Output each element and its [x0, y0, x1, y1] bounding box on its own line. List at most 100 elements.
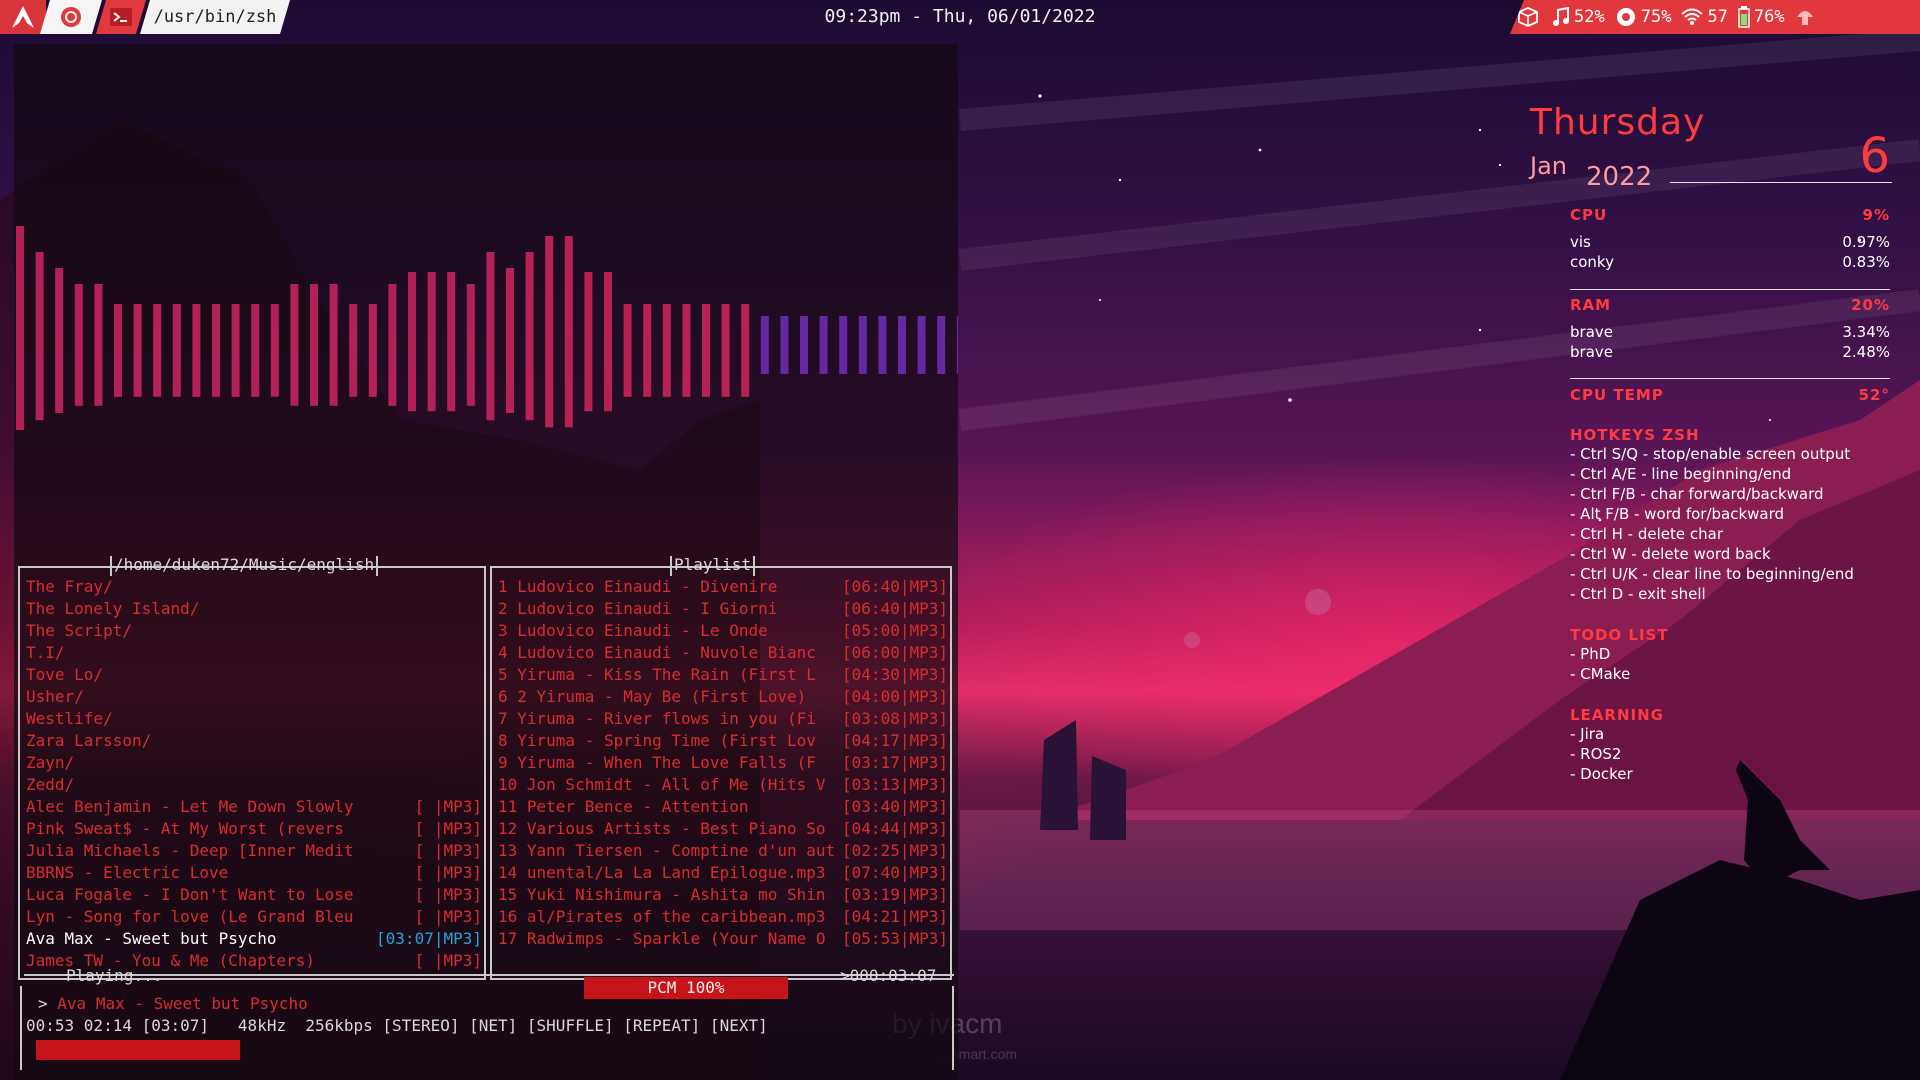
browser-item[interactable]: The Lonely Island/: [26, 598, 482, 620]
playlist-item[interactable]: 14 unental/La La Land Epilogue.mp3 [07:40…: [498, 862, 948, 884]
playlist-item-meta: [02:25|MP3]: [842, 841, 948, 860]
cpu-section: CPU 9% vis 0.97% conky 0.83%: [1570, 206, 1890, 272]
browser-item-meta: [ |MP3]: [414, 885, 482, 904]
browser-item[interactable]: Alec Benjamin - Let Me Down Slowly [ |MP3…: [26, 796, 482, 818]
playlist-item-meta: [04:30|MP3]: [842, 665, 948, 684]
wifi-indicator[interactable]: 57: [1681, 7, 1728, 27]
browser-item-title: Ava Max - Sweet but Psycho: [26, 929, 277, 948]
wifi-icon: [1681, 8, 1704, 25]
visualizer-bar: [270, 304, 279, 397]
visualizer-bar: [780, 316, 789, 374]
browser-item-title: Zayn/: [26, 753, 75, 772]
arch-logo-button[interactable]: [0, 0, 46, 34]
browser-item[interactable]: The Script/: [26, 620, 482, 642]
browser-item[interactable]: T.I/: [26, 642, 482, 664]
visualizer-bar: [898, 316, 906, 374]
visualizer-bar: [94, 284, 103, 406]
now-playing-line: > Ava Max - Sweet but Psycho: [38, 994, 308, 1013]
cpu-value: 9%: [1862, 206, 1890, 224]
playlist-item[interactable]: 6 2 Yiruma - May Be (First Love) [04:00|M…: [498, 686, 948, 708]
updates-indicator[interactable]: [1518, 7, 1542, 27]
todo-item: - PhD: [1570, 645, 1611, 663]
playlist-list[interactable]: 1 Ludovico Einaudi - Divenire [06:40|MP3]…: [498, 576, 948, 950]
ram-label: RAM: [1570, 296, 1612, 314]
browser-item-title: Usher/: [26, 687, 84, 706]
package-icon: [1518, 7, 1538, 27]
playlist-item[interactable]: 8 Yiruma - Spring Time (First Lov [04:17|…: [498, 730, 948, 752]
playlist-item[interactable]: 17 Radwimps - Sparkle (Your Name O [05:53…: [498, 928, 948, 950]
power-menu-button[interactable]: [1795, 7, 1819, 27]
browser-item[interactable]: Usher/: [26, 686, 482, 708]
visualizer-bar: [427, 272, 436, 412]
hotkey-item: - Ctrl U/K - clear line to beginning/end: [1570, 565, 1854, 583]
playlist-item[interactable]: 12 Various Artists - Best Piano So [04:44…: [498, 818, 948, 840]
playlist-item[interactable]: 1 Ludovico Einaudi - Divenire [06:40|MP3]: [498, 576, 948, 598]
browser-item-meta: [ |MP3]: [414, 951, 482, 970]
playlist-item-title: 1 Ludovico Einaudi - Divenire: [498, 577, 778, 596]
browser-item[interactable]: BBRNS - Electric Love [ |MP3]: [26, 862, 482, 884]
playlist-item[interactable]: 7 Yiruma - River flows in you (Fi [03:08|…: [498, 708, 948, 730]
playlist-item[interactable]: 3 Ludovico Einaudi - Le Onde [05:00|MP3]: [498, 620, 948, 642]
playlist-item[interactable]: 11 Peter Bence - Attention [03:40|MP3]: [498, 796, 948, 818]
volume-indicator[interactable]: 52%: [1552, 7, 1605, 27]
browser-item-title: The Fray/: [26, 577, 113, 596]
browser-item[interactable]: Luca Fogale - I Don't Want to Lose [ |MP3…: [26, 884, 482, 906]
playlist-item[interactable]: 16 al/Pirates of the caribbean.mp3 [04:21…: [498, 906, 948, 928]
visualizer-bar: [251, 304, 260, 397]
visualizer-bar: [878, 316, 887, 374]
visualizer-bar: [329, 284, 338, 406]
terminal-window[interactable]: /home/duken72/Music/english The Fray/The…: [14, 44, 958, 1080]
browser-item[interactable]: Ava Max - Sweet but Psycho [03:07|MP3]: [26, 928, 482, 950]
playlist-item[interactable]: 13 Yann Tiersen - Comptine d'un aut [02:2…: [498, 840, 948, 862]
todo-label: TODO LIST: [1570, 626, 1669, 644]
battery-indicator[interactable]: 76%: [1738, 6, 1785, 28]
browser-item[interactable]: Zara Larsson/: [26, 730, 482, 752]
browser-item[interactable]: Tove Lo/: [26, 664, 482, 686]
browser-item[interactable]: Lyn - Song for love (Le Grand Bleu [ |MP3…: [26, 906, 482, 928]
ram-divider: [1570, 378, 1890, 379]
browser-item[interactable]: Zayn/: [26, 752, 482, 774]
browser-item[interactable]: Westlife/: [26, 708, 482, 730]
hotkey-item: - Ctrl H - delete char: [1570, 525, 1724, 543]
playback-info: 00:53 02:14 [03:07] 48kHz 256kbps [STERE…: [26, 1016, 768, 1035]
playlist-item[interactable]: 15 Yuki Nishimura - Ashita mo Shin [03:19…: [498, 884, 948, 906]
day-number: 6: [1859, 128, 1890, 184]
hotkey-item: - Ctrl S/Q - stop/enable screen output: [1570, 445, 1851, 463]
date-underline: [1670, 182, 1892, 183]
terminal-launcher-button[interactable]: [96, 0, 146, 34]
file-browser-list[interactable]: The Fray/The Lonely Island/The Script/T.…: [26, 576, 482, 972]
playlist-item[interactable]: 4 Ludovico Einaudi - Nuvole Bianc [06:00|…: [498, 642, 948, 664]
clock[interactable]: 09:23pm - Thu, 06/01/2022: [760, 0, 1160, 34]
playlist-item[interactable]: 5 Yiruma - Kiss The Rain (First L [04:30|…: [498, 664, 948, 686]
playlist-title: Playlist: [670, 555, 756, 576]
browser-item[interactable]: The Fray/: [26, 576, 482, 598]
playlist-item-meta: [05:00|MP3]: [842, 621, 948, 640]
status-left-border: [20, 986, 22, 1070]
playlist-item-meta: [03:08|MP3]: [842, 709, 948, 728]
browser-item[interactable]: Pink Sweat$ - At My Worst (revers [ |MP3]: [26, 818, 482, 840]
ruined-tower: [1040, 720, 1078, 830]
playlist-item-title: 12 Various Artists - Best Piano So: [498, 819, 826, 838]
browser-item[interactable]: Zedd/: [26, 774, 482, 796]
battery-icon: [1738, 6, 1750, 28]
browser-item[interactable]: Julia Michaels - Deep [Inner Medit [ |MP3…: [26, 840, 482, 862]
browser-launcher-button[interactable]: [40, 0, 102, 34]
remaining-time: >000:03:07: [840, 966, 937, 985]
playback-progress-bar[interactable]: [36, 1040, 241, 1060]
browser-item-title: Alec Benjamin - Let Me Down Slowly: [26, 797, 354, 816]
playlist-item[interactable]: 10 Jon Schmidt - All of Me (Hits V [03:13…: [498, 774, 948, 796]
playlist-item[interactable]: 9 Yiruma - When The Love Falls (F [03:17|…: [498, 752, 948, 774]
playlist-item[interactable]: 2 Ludovico Einaudi - I Giorni [06:40|MP3]: [498, 598, 948, 620]
browser-item-title: Tove Lo/: [26, 665, 104, 684]
playlist-item-meta: [06:00|MP3]: [842, 643, 948, 662]
top-panel: /usr/bin/zsh 09:23pm - Thu, 06/01/2022 5…: [0, 0, 1920, 34]
visualizer-bar: [643, 304, 652, 397]
browser-item-title: The Script/: [26, 621, 132, 640]
playlist-item-title: 8 Yiruma - Spring Time (First Lov: [498, 731, 816, 750]
playlist-item-meta: [06:40|MP3]: [842, 577, 948, 596]
pcm-volume[interactable]: PCM 100%: [584, 977, 788, 999]
playlist-item-title: 17 Radwimps - Sparkle (Your Name O: [498, 929, 826, 948]
visualizer-bar: [192, 304, 201, 397]
brightness-indicator[interactable]: 75%: [1615, 6, 1671, 28]
visualizer-bar: [662, 304, 671, 397]
